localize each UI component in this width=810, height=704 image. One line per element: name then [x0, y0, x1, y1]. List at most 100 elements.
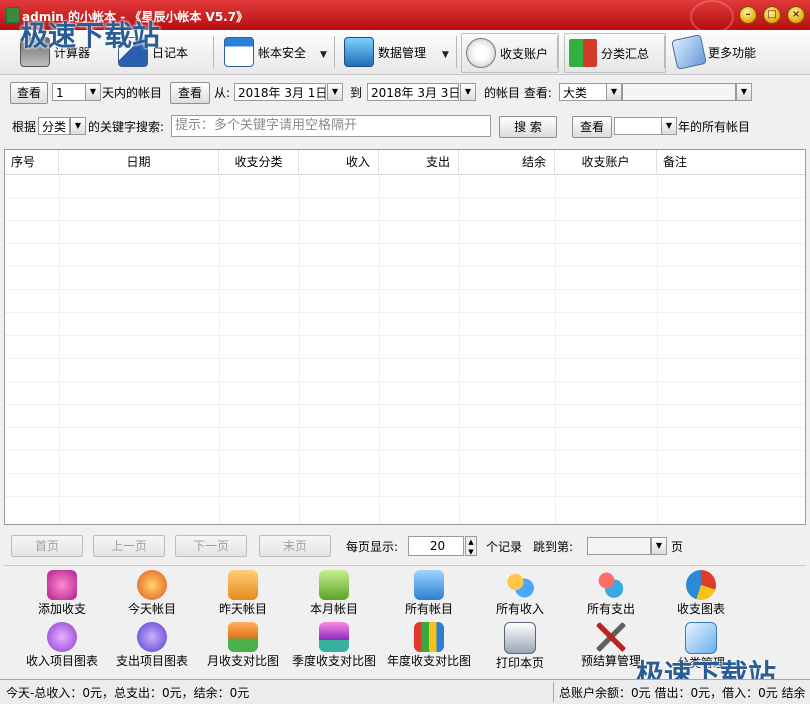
accounts-view-label: 的帐目 查看:: [484, 86, 552, 100]
from-label: 从:: [214, 86, 231, 100]
watermark-top: 极速下载站: [20, 19, 161, 52]
per-page-stepper[interactable]: ▲ ▼: [465, 536, 477, 556]
from-date-picker[interactable]: 2018年 3月 1日: [234, 83, 326, 101]
records-label: 个记录: [486, 540, 523, 554]
maximize-button[interactable]: □: [763, 6, 781, 24]
all-entries-button[interactable]: 所有帐目: [387, 570, 471, 616]
grid-line: [5, 312, 805, 313]
grid-line: [5, 427, 805, 428]
prev-page-button[interactable]: 上一页: [93, 535, 165, 557]
category-summary-button[interactable]: 分类汇总: [564, 33, 666, 73]
grid-line: [5, 197, 805, 198]
jump-page-select[interactable]: [587, 537, 651, 555]
view-range-button[interactable]: 查看: [170, 82, 210, 104]
chevron-down-icon[interactable]: ▼: [651, 537, 667, 555]
sort-arrows-icon: [569, 39, 597, 67]
grid-line: [5, 496, 805, 497]
by-label: 根据: [12, 120, 37, 134]
search-by-select[interactable]: 分类: [38, 117, 70, 135]
expense-items-chart-button[interactable]: 支出项目图表: [110, 622, 194, 668]
to-date-picker[interactable]: 2018年 3月 3日: [367, 83, 459, 101]
yesterday-entries-button[interactable]: 昨天帐目: [201, 570, 285, 616]
first-page-button[interactable]: 首页: [11, 535, 83, 557]
column-header[interactable]: 备注: [657, 150, 805, 174]
toolbar-separator: [213, 36, 214, 68]
column-header[interactable]: 收支分类: [219, 150, 299, 174]
yearly-comparison-button[interactable]: 年度收支对比图: [387, 622, 471, 668]
year-select[interactable]: [614, 117, 662, 135]
view-year-button[interactable]: 查看: [572, 116, 612, 138]
quarterly-comparison-button[interactable]: 季度收支对比图: [292, 622, 376, 668]
per-page-label: 每页显示:: [346, 540, 399, 554]
data-management-dropdown-icon[interactable]: ▼: [442, 50, 449, 60]
toolbar-separator: [557, 36, 558, 68]
all-income-button[interactable]: 所有收入: [478, 570, 562, 616]
payment-accounts-button[interactable]: 收支账户: [461, 33, 559, 73]
next-page-button[interactable]: 下一页: [175, 535, 247, 557]
today-summary: 今天-总收入：0元，总支出：0元，结余：0元: [6, 686, 250, 700]
chevron-down-icon[interactable]: ▼: [327, 83, 343, 101]
income-expense-chart-button[interactable]: 收支图表: [659, 570, 743, 616]
folder-icon: [228, 570, 258, 600]
folder-icon: [414, 570, 444, 600]
grid-line: [5, 335, 805, 336]
category-level-select[interactable]: 大类: [559, 83, 607, 101]
status-bar: 今天-总收入：0元，总支出：0元，结余：0元 总账户余额：0元 借出：0元，借入…: [0, 679, 810, 704]
grid-line: [5, 266, 805, 267]
column-header[interactable]: 序号: [5, 150, 59, 174]
table-header: 序号 日期 收支分类 收入 支出 结余 收支账户 备注: [5, 150, 805, 175]
more-functions-button[interactable]: 更多功能: [670, 33, 760, 71]
add-entry-button[interactable]: 添加收支: [20, 570, 104, 616]
chevron-down-icon[interactable]: ▼: [736, 83, 752, 101]
today-entries-button[interactable]: 今天帐目: [110, 570, 194, 616]
chevron-down-icon[interactable]: ▼: [661, 117, 677, 135]
search-button[interactable]: 搜 索: [499, 116, 557, 138]
print-page-button[interactable]: 打印本页: [478, 622, 562, 670]
chevron-down-icon[interactable]: ▼: [606, 83, 622, 101]
per-page-input[interactable]: 20: [408, 536, 464, 556]
column-header[interactable]: 收支账户: [555, 150, 657, 174]
folder-icon: [319, 570, 349, 600]
chevron-down-icon[interactable]: ▼: [460, 83, 476, 101]
database-icon: [344, 37, 374, 67]
days-select[interactable]: 1: [52, 83, 86, 101]
user-star-icon: [596, 570, 626, 600]
data-management-button[interactable]: 数据管理: [340, 33, 430, 71]
bar-chart-icon: [466, 38, 496, 68]
category-card-icon: [685, 622, 717, 654]
app-icon: [6, 7, 20, 23]
view-days-button[interactable]: 查看: [10, 82, 48, 104]
toolbar-separator: [456, 36, 457, 68]
days-label: 天内的帐目: [102, 86, 163, 100]
jump-label: 跳到第:: [533, 540, 574, 554]
chevron-down-icon[interactable]: ▼: [70, 117, 86, 135]
last-page-button[interactable]: 末页: [259, 535, 331, 557]
column-header[interactable]: 收入: [299, 150, 379, 174]
close-button[interactable]: ×: [787, 6, 805, 24]
chevron-down-icon[interactable]: ▼: [85, 83, 101, 101]
today-entries-icon: [137, 570, 167, 600]
category-value-select[interactable]: [622, 83, 736, 101]
records-table[interactable]: 序号 日期 收支分类 收入 支出 结余 收支账户 备注: [4, 149, 806, 525]
column-header[interactable]: 结余: [459, 150, 555, 174]
column-header[interactable]: 支出: [379, 150, 459, 174]
column-header[interactable]: 日期: [59, 150, 219, 174]
grid-line: [5, 404, 805, 405]
minimize-button[interactable]: –: [739, 6, 757, 24]
grid-line: [5, 473, 805, 474]
account-security-button[interactable]: 帐本安全: [220, 33, 310, 71]
add-entry-icon: [47, 570, 77, 600]
month-entries-button[interactable]: 本月帐目: [292, 570, 376, 616]
printer-icon: [504, 622, 536, 654]
grid-line: [5, 289, 805, 290]
account-summary: 总账户余额：0元 借出：0元，借入：0元 结余: [559, 686, 806, 700]
year-label: 年的所有帐目: [678, 120, 751, 134]
account-security-dropdown-icon[interactable]: ▼: [320, 50, 327, 60]
page-label: 页: [671, 540, 684, 554]
income-items-chart-button[interactable]: 收入项目图表: [20, 622, 104, 668]
bar-chart-icon: [414, 622, 444, 652]
monthly-comparison-button[interactable]: 月收支对比图: [201, 622, 285, 668]
gem-box-icon: [319, 622, 349, 652]
all-expenses-button[interactable]: 所有支出: [569, 570, 653, 616]
keyword-search-input[interactable]: 提示：多个关键字请用空格隔开: [171, 115, 491, 137]
